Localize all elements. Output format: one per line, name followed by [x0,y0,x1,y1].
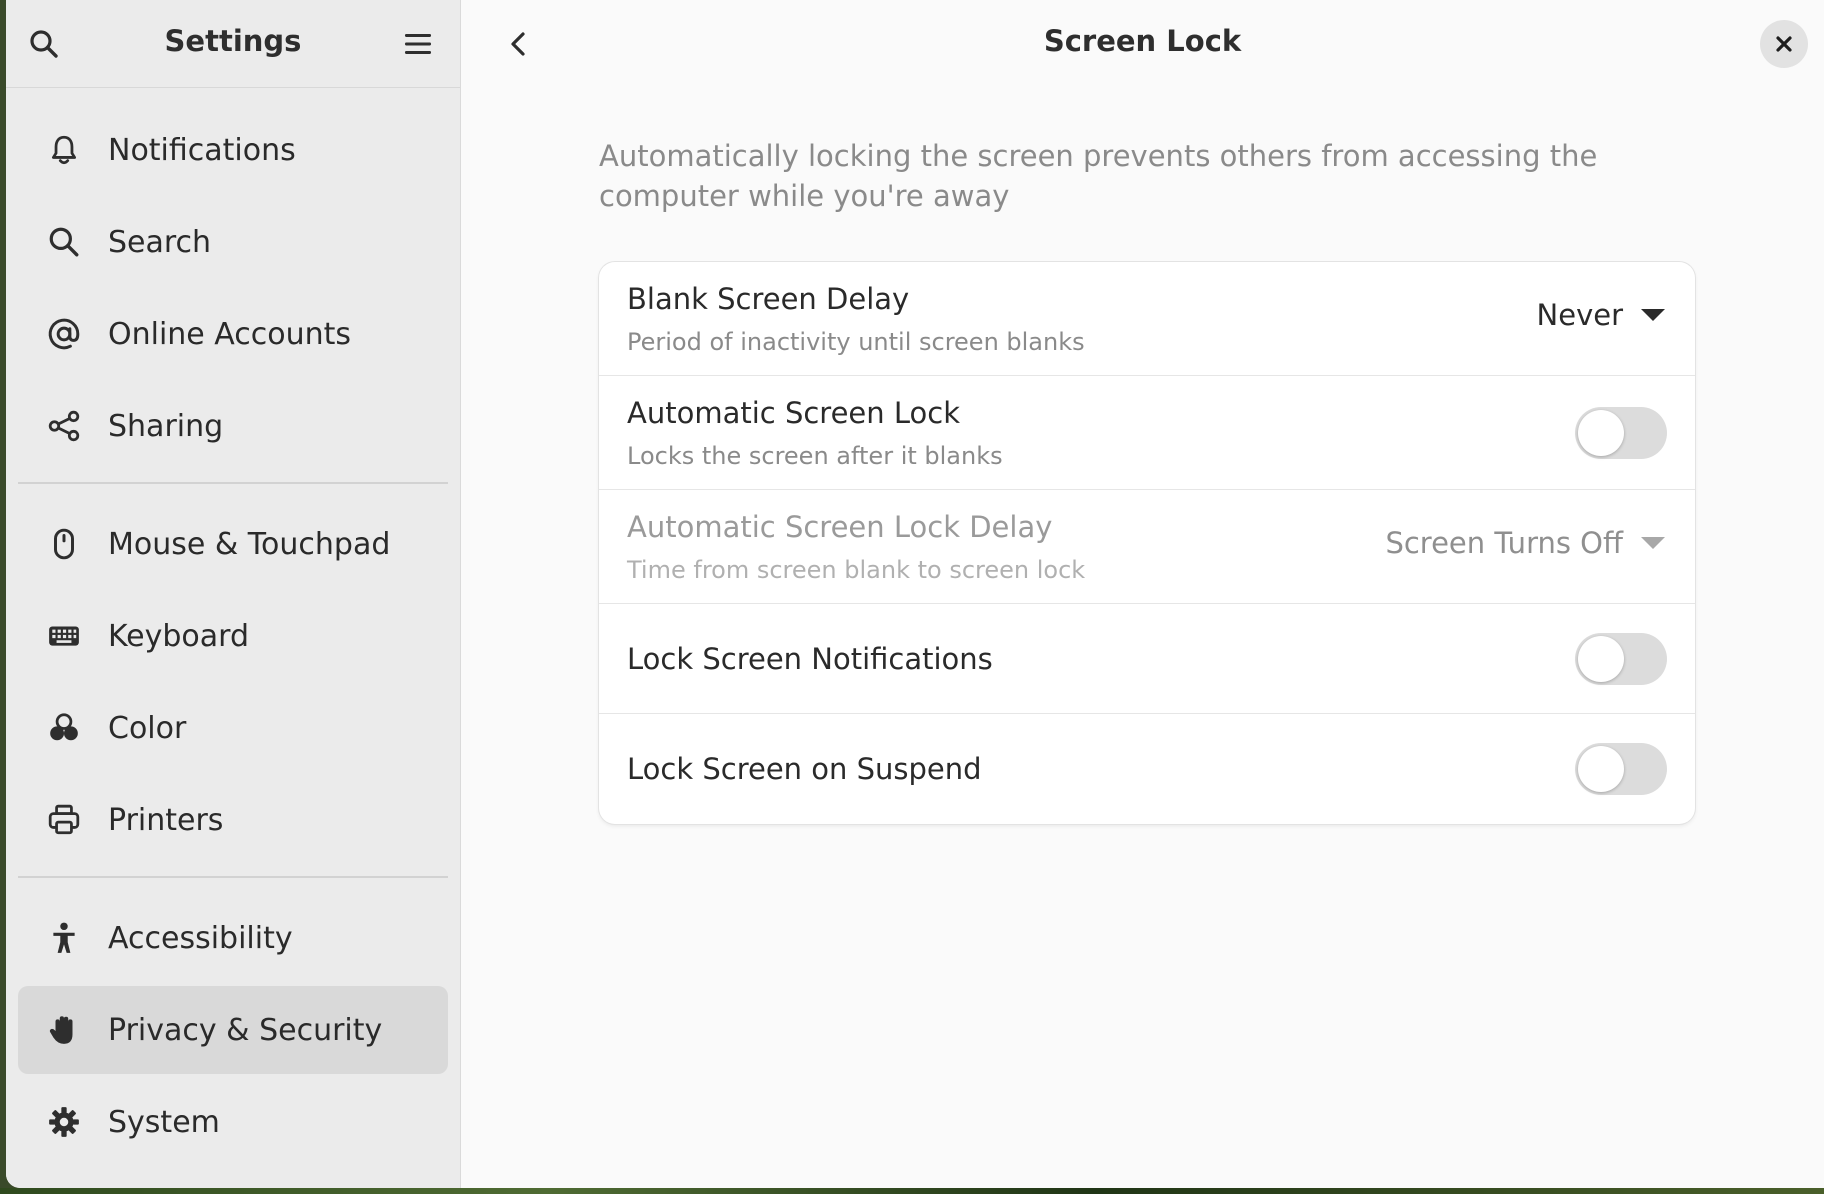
sidebar-item-label: Sharing [108,408,224,444]
lock-screen-on-suspend-switch[interactable] [1575,743,1667,795]
lock-screen-on-suspend-row[interactable]: Lock Screen on Suspend [599,714,1695,824]
switch-knob [1578,636,1624,682]
switch-knob [1578,746,1624,792]
share-icon [42,404,86,448]
sidebar-header: Settings [6,0,460,88]
automatic-screen-lock-delay-dropdown: Screen Turns Off [1385,526,1665,560]
hand-icon [42,1008,86,1052]
automatic-screen-lock-delay-row: Automatic Screen Lock Delay Time from sc… [599,490,1695,604]
sidebar-item-label: Printers [108,802,224,838]
sidebar-item-label: System [108,1104,220,1140]
search-icon [42,220,86,264]
sidebar-item-color[interactable]: Color [18,684,448,772]
main-panel: Screen Lock Automatically locking the sc… [461,0,1824,1188]
row-subtitle: Time from screen blank to screen lock [627,556,1086,584]
color-icon [42,706,86,750]
sidebar-title: Settings [164,24,302,58]
printer-icon [42,798,86,842]
sidebar-item-sharing[interactable]: Sharing [18,382,448,470]
page-title: Screen Lock [1043,24,1242,58]
dropdown-arrow-icon [1641,537,1665,549]
sidebar-item-keyboard[interactable]: Keyboard [18,592,448,680]
nav-group-3: Accessibility Privacy & Security System [6,894,460,1166]
sidebar: Settings Notifications Search Online Acc… [6,0,461,1188]
bell-icon [42,128,86,172]
gear-icon [42,1100,86,1144]
nav-group-1: Notifications Search Online Accounts Sha… [6,106,460,470]
row-subtitle: Period of inactivity until screen blanks [627,328,1085,356]
sidebar-divider [18,482,448,484]
row-title: Automatic Screen Lock Delay [627,510,1053,544]
sidebar-item-label: Color [108,710,187,746]
accessibility-icon [42,916,86,960]
sidebar-item-notifications[interactable]: Notifications [18,106,448,194]
close-button[interactable] [1760,20,1808,68]
row-subtitle: Locks the screen after it blanks [627,442,1003,470]
main-menu-button[interactable] [396,22,440,66]
sidebar-item-label: Online Accounts [108,316,352,352]
page-description: Automatically locking the screen prevent… [599,139,1598,213]
nav-group-2: Mouse & Touchpad Keyboard Color Printers [6,500,460,864]
sidebar-divider [18,876,448,878]
main-header: Screen Lock [461,0,1824,88]
sidebar-item-label: Privacy & Security [108,1012,383,1048]
sidebar-item-system[interactable]: System [18,1078,448,1166]
row-title: Blank Screen Delay [627,282,910,316]
switch-knob [1578,410,1624,456]
row-title: Lock Screen Notifications [627,642,993,676]
row-title: Lock Screen on Suspend [627,752,982,786]
automatic-screen-lock-row[interactable]: Automatic Screen Lock Locks the screen a… [599,376,1695,490]
blank-screen-delay-row[interactable]: Blank Screen Delay Period of inactivity … [599,262,1695,376]
blank-screen-delay-dropdown[interactable]: Never [1537,298,1665,332]
settings-list: Blank Screen Delay Period of inactivity … [599,262,1695,824]
dropdown-value: Never [1536,298,1623,332]
keyboard-icon [42,614,86,658]
row-title: Automatic Screen Lock [627,396,960,430]
hamburger-menu-icon [405,34,431,54]
sidebar-item-mouse-touchpad[interactable]: Mouse & Touchpad [18,500,448,588]
at-sign-icon [42,312,86,356]
sidebar-item-label: Accessibility [108,920,293,956]
dropdown-arrow-icon [1641,309,1665,321]
sidebar-item-label: Mouse & Touchpad [108,526,391,562]
mouse-icon [42,522,86,566]
dropdown-value: Screen Turns Off [1385,526,1623,560]
lock-screen-notifications-row[interactable]: Lock Screen Notifications [599,604,1695,714]
close-icon [1776,36,1792,52]
lock-screen-notifications-switch[interactable] [1575,633,1667,685]
sidebar-item-printers[interactable]: Printers [18,776,448,864]
settings-window: Settings Notifications Search Online Acc… [6,0,1824,1188]
sidebar-item-search[interactable]: Search [18,198,448,286]
desktop-background [0,1188,1824,1194]
sidebar-item-privacy-security[interactable]: Privacy & Security [18,986,448,1074]
sidebar-item-online-accounts[interactable]: Online Accounts [18,290,448,378]
sidebar-item-accessibility[interactable]: Accessibility [18,894,448,982]
automatic-screen-lock-switch[interactable] [1575,407,1667,459]
sidebar-item-label: Notifications [108,132,296,168]
sidebar-item-label: Keyboard [108,618,250,654]
sidebar-item-label: Search [108,224,212,260]
